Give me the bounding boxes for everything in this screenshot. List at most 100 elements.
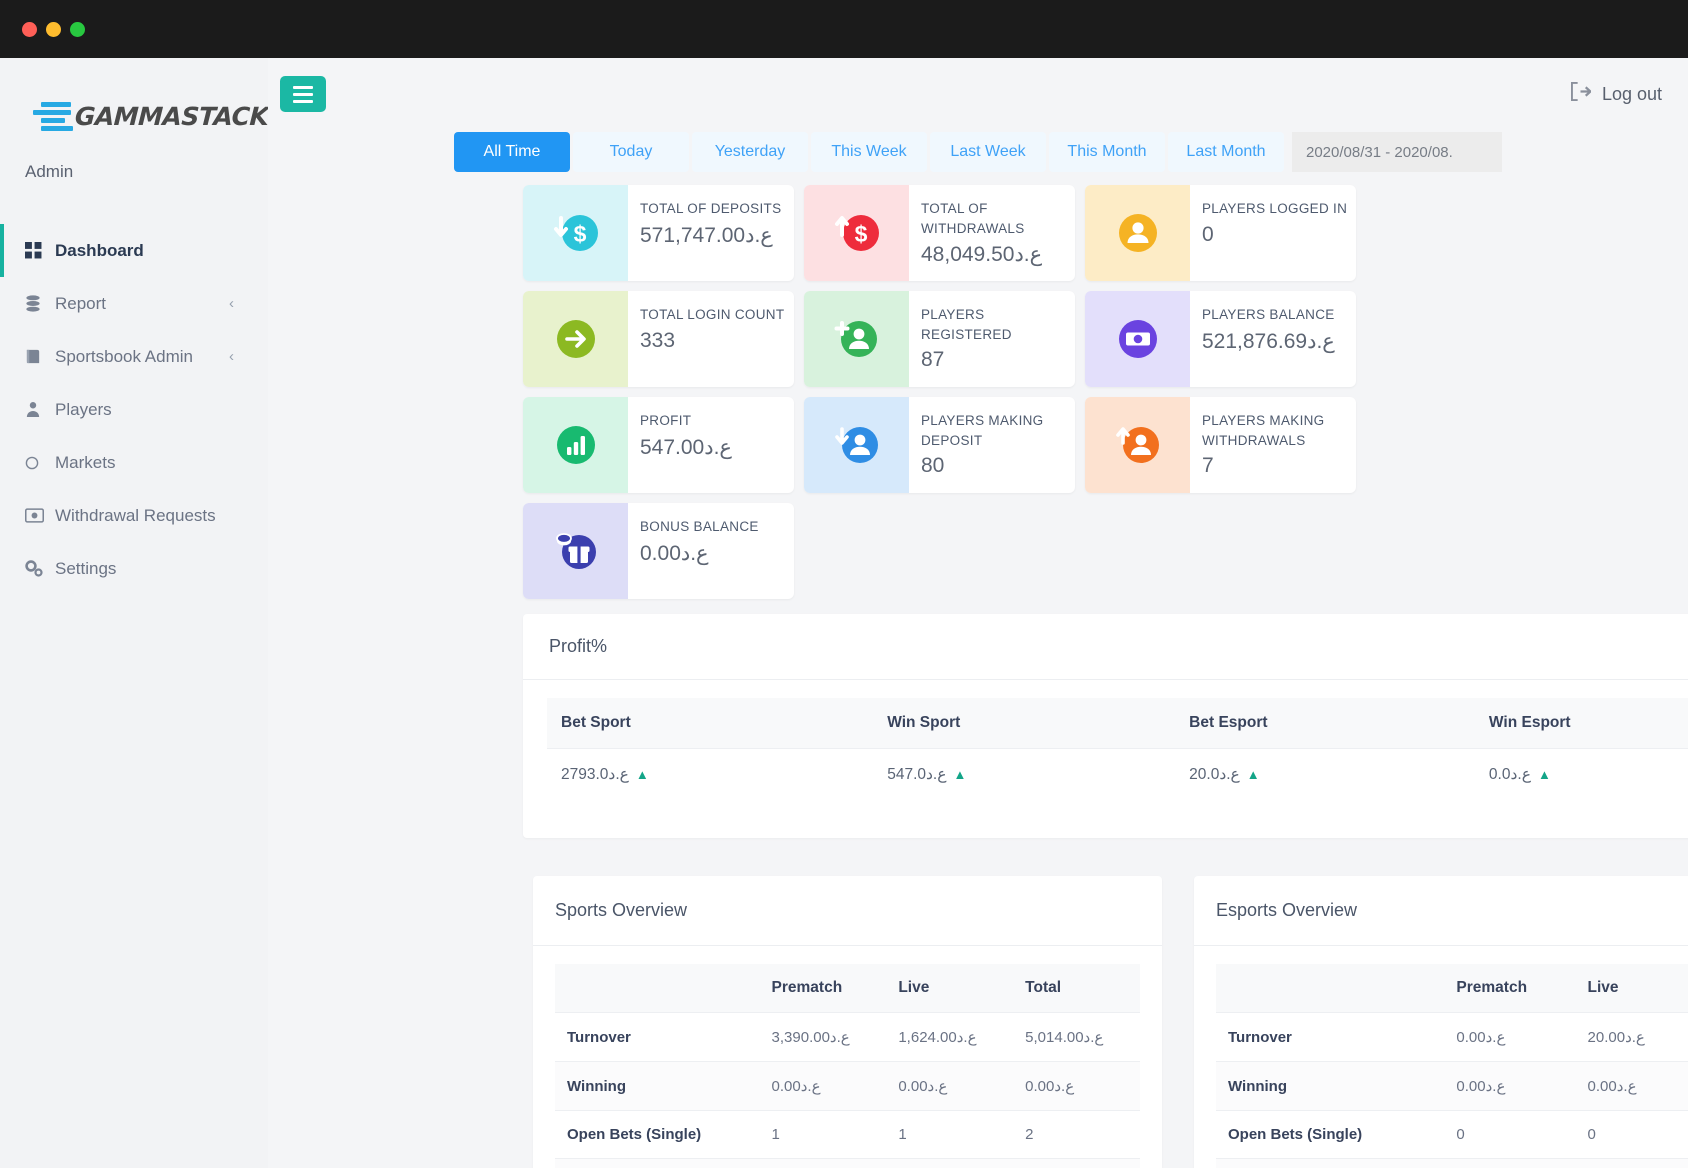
table-cell: 0.00ع.د <box>886 1061 1014 1111</box>
sidebar-item-label: Report <box>55 293 107 313</box>
table-header-row: Bet Sport Win Sport Bet Esport Win Esport <box>547 698 1688 749</box>
cell-value: 547.0ع.د <box>887 766 947 783</box>
maximize-window-button[interactable] <box>70 21 85 37</box>
table-cell: 547.0ع.د ▲ <box>873 748 1176 800</box>
stat-card-body: Players Logged In 0 <box>1190 185 1356 281</box>
user-plus-icon <box>834 319 880 359</box>
trend-up-icon: ▲ <box>1246 767 1260 782</box>
stat-card-body: Players Registered 87 <box>909 291 1075 387</box>
svg-text:$: $ <box>573 221 586 247</box>
date-filter-bar: All Time Today Yesterday This Week Last Week… <box>268 132 1688 172</box>
sidebar-item-sportsbook-admin[interactable]: Sportsbook Admin ‹ <box>0 330 268 383</box>
profit-percent-panel: Profit% Bet Sport Win Sport Bet Esport Win … <box>523 614 1688 838</box>
date-range-input[interactable] <box>1292 132 1502 172</box>
table-row: 2793.0ع.د ▲ 547.0ع.د ▲ 20.0ع.د ▲ 0.0ع.د ▲ <box>547 748 1688 800</box>
logout-label: Log out <box>1601 83 1662 104</box>
filter-all-time-button[interactable]: All Time <box>454 132 570 172</box>
deposit-dollar-icon: $ <box>553 213 599 253</box>
stat-card: Players Logged In 0 <box>1085 185 1356 281</box>
user-deposit-icon <box>834 425 880 465</box>
stat-card-value: 547.00ع.د <box>640 435 732 459</box>
bar-chart-icon <box>556 425 596 465</box>
stat-card-body: Total of Withdrawals 48,049.50ع.د <box>909 185 1075 281</box>
column-header: Win Esport <box>1474 698 1688 749</box>
sidebar-item-report[interactable]: Report ‹ <box>0 277 268 330</box>
stat-card-title: Bonus Balance <box>640 519 759 534</box>
brand-logo[interactable]: GAMMASTACK <box>0 88 269 144</box>
filter-this-month-button[interactable]: This Month <box>1049 132 1165 172</box>
sidebar-item-markets[interactable]: Markets <box>0 436 268 489</box>
column-header: Bet Esport <box>1175 698 1475 749</box>
app-window: GAMMASTACK Admin Dashboard Report ‹ Spor… <box>0 0 1688 1168</box>
row-label: Open Bets (Combo) <box>555 1158 760 1168</box>
stat-card-icon-area <box>523 397 628 493</box>
table-row: Winning0.00ع.د0.00ع.د0.00ع.د <box>1216 1061 1688 1111</box>
stat-card-icon-area: $ <box>804 185 909 281</box>
column-header <box>555 964 760 1013</box>
stat-card-icon-area <box>1085 291 1190 387</box>
logout-button[interactable]: Log out <box>1570 82 1662 106</box>
table-cell: 0.00ع.د <box>1444 1061 1576 1111</box>
table-header-row: PrematchLiveTotal <box>1216 964 1688 1013</box>
table-row: Open Bets (Combo)224 <box>555 1158 1140 1168</box>
table-row: Open Bets (Single)000 <box>1216 1110 1688 1159</box>
stat-card-title: Players Logged In <box>1202 201 1348 216</box>
table-cell: 5,014.00ع.د <box>1013 1012 1140 1062</box>
sidebar-item-dashboard[interactable]: Dashboard <box>0 224 268 277</box>
column-header: Prematch <box>1444 964 1576 1013</box>
stat-card-value: 7 <box>1202 454 1214 478</box>
stat-card-icon-area <box>804 291 909 387</box>
profit-table: Bet Sport Win Sport Bet Esport Win Esport 27… <box>547 698 1688 800</box>
table-cell: 3,390.00ع.د <box>759 1012 887 1062</box>
database-icon <box>25 295 55 312</box>
overview-panels: Sports Overview Prematch Live Total Turnove… <box>533 876 1688 1168</box>
filter-yesterday-button[interactable]: Yesterday <box>692 132 808 172</box>
user-circle-icon <box>1118 213 1158 253</box>
chevron-left-icon[interactable]: ‹ <box>229 348 234 365</box>
table-cell: 0 <box>1575 1110 1688 1159</box>
row-label: Open Bets (Combo) <box>1216 1158 1445 1168</box>
minimize-window-button[interactable] <box>46 21 61 37</box>
stat-cards-grid: $ Total of Deposits 571,747.00ع.د $ Total of… <box>268 172 1428 599</box>
stat-card-value: 571,747.00ع.د <box>640 223 773 247</box>
sidebar-nav: Dashboard Report ‹ Sportsbook Admin ‹ Pl… <box>0 224 268 595</box>
table-cell: 0.00ع.د <box>1575 1061 1688 1111</box>
stat-card-body: Players Making Deposit 80 <box>909 397 1075 493</box>
stat-card-title: Profit <box>640 413 692 428</box>
sidebar-item-settings[interactable]: Settings <box>0 542 268 595</box>
stat-card: Profit 547.00ع.د <box>523 397 794 493</box>
logout-icon <box>1570 82 1593 106</box>
table-row: Open Bets (Single) 1 1 2 <box>555 1110 1140 1159</box>
app-body: GAMMASTACK Admin Dashboard Report ‹ Spor… <box>0 58 1688 1168</box>
filter-last-month-button[interactable]: Last Month <box>1168 132 1284 172</box>
sidebar-item-withdrawal-requests[interactable]: Withdrawal Requests <box>0 489 268 542</box>
stat-card: Bonus Balance 0.00ع.د <box>523 503 794 599</box>
filter-this-week-button[interactable]: This Week <box>811 132 927 172</box>
chevron-left-icon[interactable]: ‹ <box>229 295 234 312</box>
sidebar: GAMMASTACK Admin Dashboard Report ‹ Spor… <box>0 58 269 1168</box>
filter-today-button[interactable]: Today <box>573 132 689 172</box>
esports-overview-panel: Esports Overview PrematchLiveTotalTurnov… <box>1194 876 1688 1168</box>
sidebar-item-label: Players <box>55 399 112 419</box>
table-cell: 1,624.00ع.د <box>886 1012 1014 1062</box>
filter-last-week-button[interactable]: Last Week <box>930 132 1046 172</box>
table-header-row: PrematchLiveTotal <box>555 964 1140 1013</box>
table-cell: 2 <box>1013 1110 1140 1159</box>
table-cell: 20.0ع.د ▲ <box>1175 748 1475 800</box>
table-cell: 0.00ع.د <box>1444 1012 1576 1062</box>
hamburger-icon[interactable] <box>280 76 326 112</box>
close-window-button[interactable] <box>22 21 37 37</box>
row-label: Turnover <box>1216 1012 1445 1062</box>
column-header: Bet Sport <box>547 698 874 749</box>
stat-card: $ Total of Withdrawals 48,049.50ع.د <box>804 185 1075 281</box>
window-titlebar <box>0 0 1688 58</box>
panel-title: Profit% <box>523 614 1688 680</box>
row-label: Open Bets (Single) <box>1216 1110 1445 1159</box>
topbar: Log out <box>268 58 1688 130</box>
login-arrow-icon <box>556 319 596 359</box>
column-header <box>1216 964 1445 1013</box>
sidebar-item-players[interactable]: Players <box>0 383 268 436</box>
money-icon <box>25 508 55 523</box>
table-cell: 0.00ع.د <box>759 1061 887 1111</box>
sidebar-item-label: Sportsbook Admin <box>55 346 193 366</box>
